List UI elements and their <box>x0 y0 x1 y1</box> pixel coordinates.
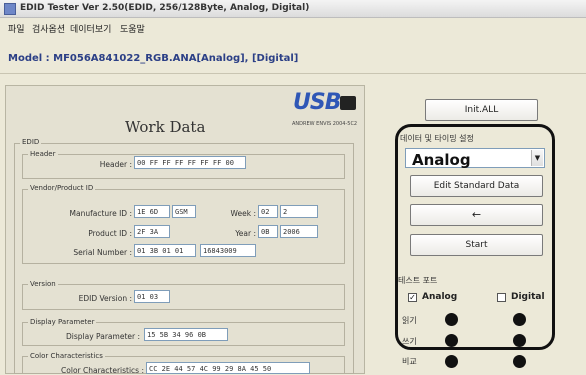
display-parameter-group-label: Display Parameter <box>28 318 97 326</box>
digital-compare-led-icon <box>513 355 526 368</box>
usb-logo-subtitle: ANDREW ENVIS 2004-5C2 <box>292 121 358 127</box>
color-characteristics-group-label: Color Characteristics <box>28 352 105 360</box>
header-label: Header : <box>99 160 132 169</box>
version-group-label: Version <box>28 280 58 288</box>
week-dec-field[interactable]: 2 <box>280 205 318 218</box>
year-hex-field[interactable]: 0B <box>258 225 278 238</box>
analog-compare-led-icon <box>445 355 458 368</box>
menu-file[interactable]: 파일 <box>8 22 25 35</box>
menu-help[interactable]: 도움말 <box>120 22 145 35</box>
manufacture-id-field[interactable]: 1E 6D <box>134 205 170 218</box>
manufacture-code-field[interactable]: GSM <box>172 205 196 218</box>
edid-version-field[interactable]: 01 03 <box>134 290 170 303</box>
usb-logo: USB <box>293 90 341 115</box>
display-parameter-label: Display Parameter : <box>66 332 140 341</box>
window-title: EDID Tester Ver 2.50(EDID, 256/128Byte, … <box>20 3 310 13</box>
edid-group-label: EDID <box>20 138 42 146</box>
init-all-button[interactable]: Init.ALL <box>425 99 538 121</box>
week-label: Week : <box>230 209 256 218</box>
usb-plug-icon <box>340 96 356 110</box>
app-icon <box>4 3 16 15</box>
header-field[interactable]: 00 FF FF FF FF FF FF 00 <box>134 156 246 169</box>
serial-hex-field[interactable]: 01 3B 01 01 <box>134 244 196 257</box>
manufacture-id-label: Manufacture ID : <box>69 209 132 218</box>
year-label: Year : <box>235 229 256 238</box>
vendor-product-group-label: Vendor/Product ID <box>28 184 96 192</box>
header-group-label: Header <box>28 150 58 158</box>
year-dec-field[interactable]: 2006 <box>280 225 318 238</box>
display-parameter-field[interactable]: 15 5B 34 96 0B <box>144 328 228 341</box>
row-label-compare: 비교 <box>402 357 417 366</box>
work-data-title: Work Data <box>125 118 206 136</box>
model-name: Model : MF056A841022_RGB.ANA[Analog], [D… <box>8 53 299 64</box>
serial-dec-field[interactable]: 16843009 <box>200 244 256 257</box>
edid-version-label: EDID Version : <box>78 294 132 303</box>
color-characteristics-field[interactable]: CC 2E 44 57 4C 99 29 8A 45 50 <box>146 362 310 374</box>
product-id-label: Product ID : <box>88 229 132 238</box>
highlight-outline <box>395 124 555 350</box>
week-hex-field[interactable]: 02 <box>258 205 278 218</box>
product-id-field[interactable]: 2F 3A <box>134 225 170 238</box>
serial-number-label: Serial Number : <box>73 248 132 257</box>
menu-test-options[interactable]: 검사옵션 <box>32 22 65 35</box>
menu-view-data[interactable]: 데이터보기 <box>70 22 111 35</box>
